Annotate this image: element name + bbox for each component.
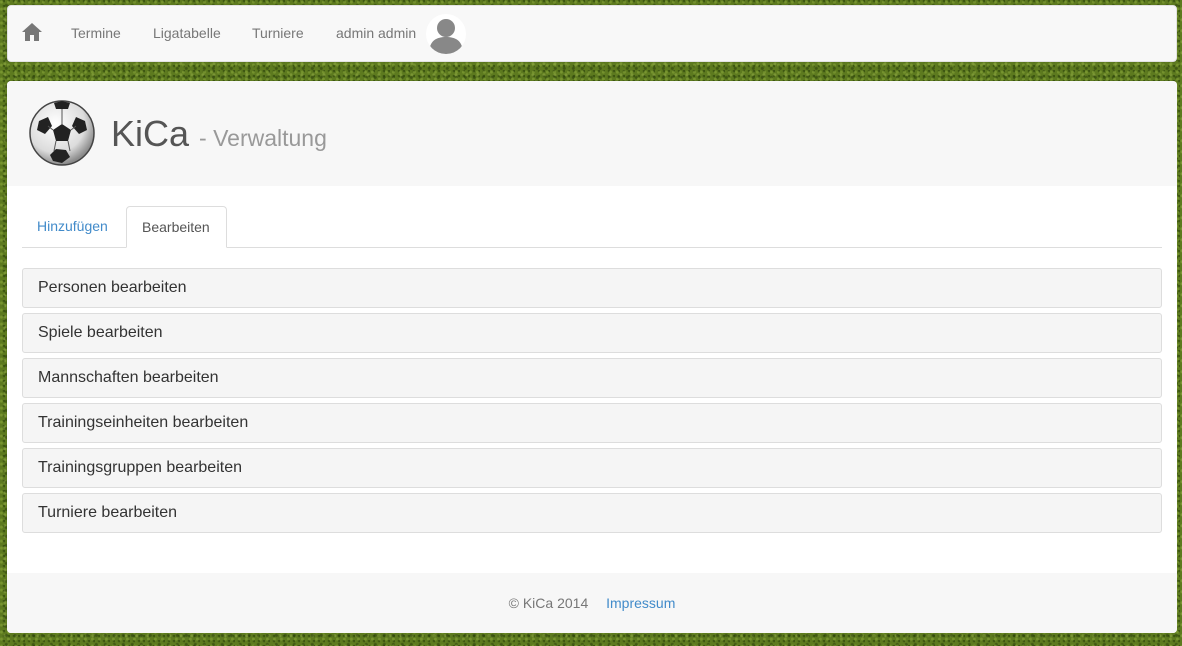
user-avatar-icon[interactable] xyxy=(426,14,466,54)
copyright-text: © KiCa 2014 xyxy=(508,595,589,611)
footer: © KiCa 2014 Impressum xyxy=(7,573,1177,633)
list-item[interactable]: Turniere bearbeiten xyxy=(22,493,1162,533)
nav-ligatabelle[interactable]: Ligatabelle xyxy=(153,25,221,41)
home-icon[interactable] xyxy=(21,22,43,42)
main-panel: KiCa - Verwaltung Hinzufügen Bearbeiten … xyxy=(7,81,1177,633)
nav-termine[interactable]: Termine xyxy=(71,25,121,41)
list-item[interactable]: Spiele bearbeiten xyxy=(22,313,1162,353)
tab-hinzufuegen[interactable]: Hinzufügen xyxy=(22,206,123,247)
page-header: KiCa - Verwaltung xyxy=(7,81,1177,186)
page-subtitle: - Verwaltung xyxy=(199,125,327,151)
list-item[interactable]: Mannschaften bearbeiten xyxy=(22,358,1162,398)
app-title: KiCa xyxy=(111,113,190,154)
tab-bearbeiten[interactable]: Bearbeiten xyxy=(126,206,227,248)
soccer-ball-icon xyxy=(28,99,96,167)
tab-bar: Hinzufügen Bearbeiten xyxy=(22,206,1162,248)
list-item[interactable]: Personen bearbeiten xyxy=(22,268,1162,308)
list-item[interactable]: Trainingseinheiten bearbeiten xyxy=(22,403,1162,443)
impressum-link[interactable]: Impressum xyxy=(606,595,675,611)
nav-turniere[interactable]: Turniere xyxy=(252,25,304,41)
page-title: KiCa - Verwaltung xyxy=(111,114,327,158)
list-item[interactable]: Trainingsgruppen bearbeiten xyxy=(22,448,1162,488)
top-navbar: Termine Ligatabelle Turniere admin admin xyxy=(7,5,1177,62)
nav-user-name[interactable]: admin admin xyxy=(336,25,416,41)
